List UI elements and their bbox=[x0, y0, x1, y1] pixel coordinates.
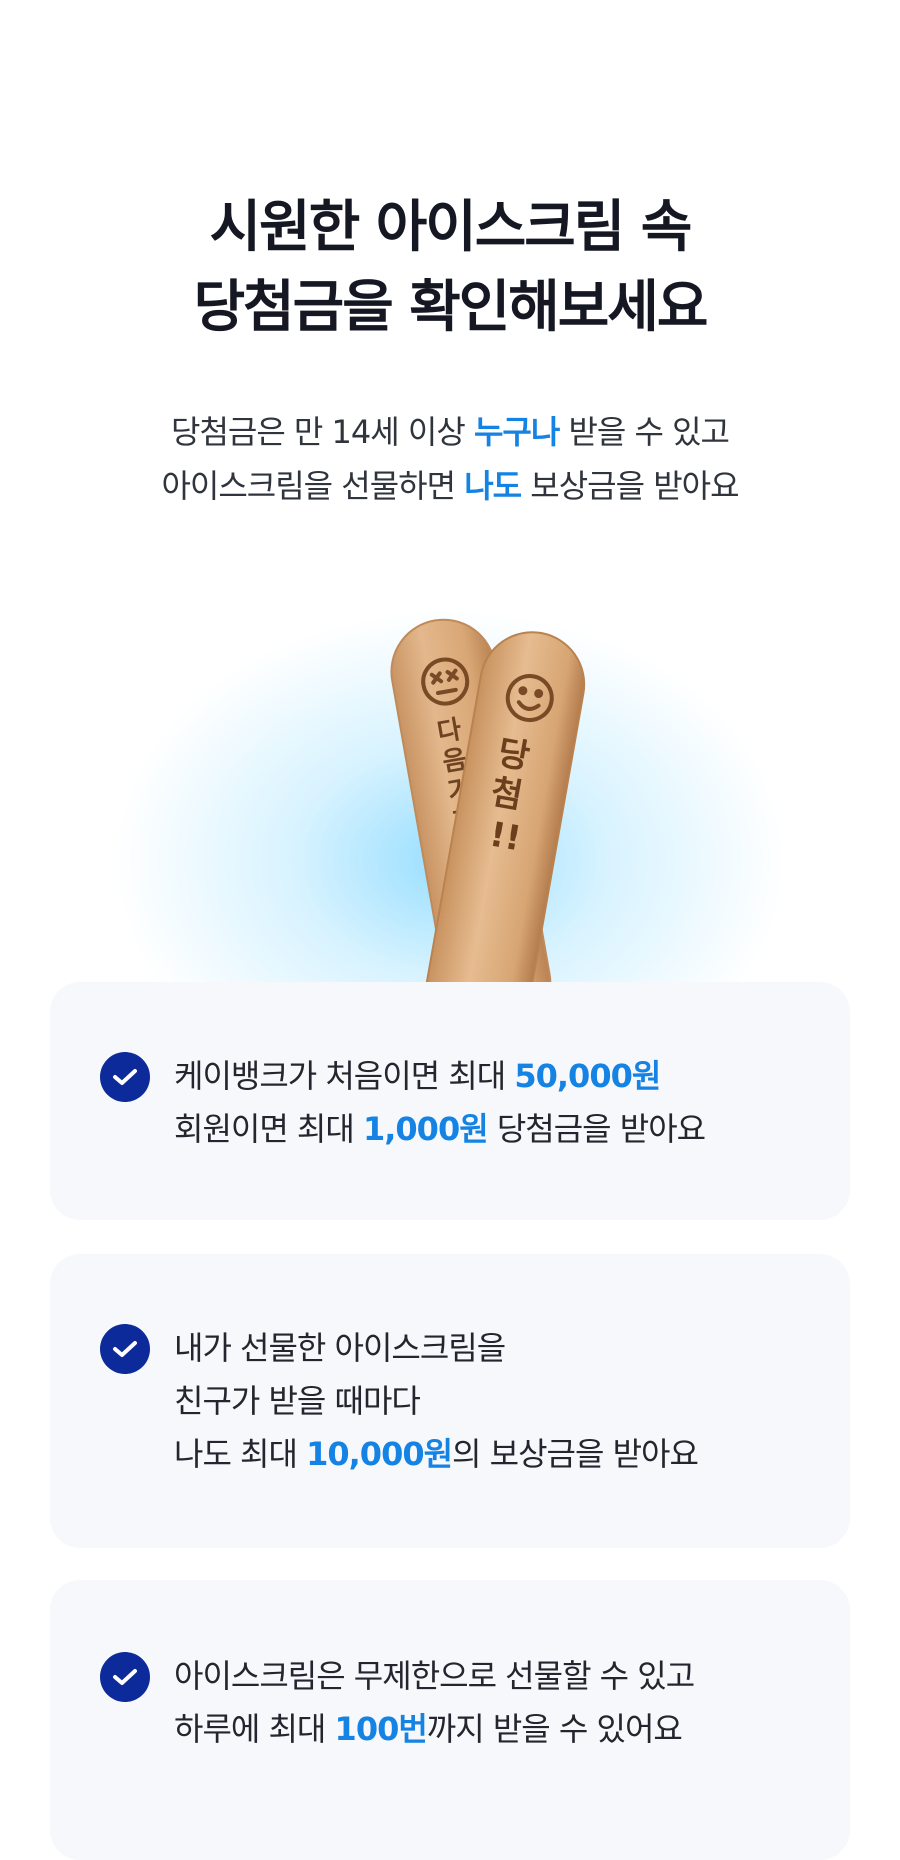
benefit-3-line-1: 아이스크림은 무제한으로 선물할 수 있고 bbox=[174, 1657, 695, 1695]
benefit-card-2-text: 내가 선물한 아이스크림을 친구가 받을 때마다 나도 최대 10,000원의 … bbox=[174, 1322, 699, 1481]
ice-cream-sticks-illustration: 다 음 기 회 에 당 첨 !! bbox=[390, 618, 586, 995]
right-stick-char-1: 당 bbox=[495, 733, 533, 778]
title-line-1: 시원한 아이스크림 속 bbox=[209, 195, 693, 260]
left-stick-char-1: 다 bbox=[435, 715, 464, 749]
intro-highlight-me-too: 나도 bbox=[464, 467, 522, 505]
benefit-card-1: 케이뱅크가 처음이면 최대 50,000원 회원이면 최대 1,000원 당첨금… bbox=[50, 982, 850, 1220]
intro-highlight-everyone: 누구나 bbox=[473, 413, 560, 451]
benefit-2-line-3-tail: 의 보상금을 받아요 bbox=[452, 1435, 699, 1473]
check-circle-icon bbox=[100, 1324, 150, 1374]
benefit-3-count: 100번 bbox=[334, 1710, 428, 1748]
benefit-2-line-2: 친구가 받을 때마다 bbox=[174, 1382, 421, 1420]
benefit-card-3-text: 아이스크림은 무제한으로 선물할 수 있고 하루에 최대 100번까지 받을 수… bbox=[174, 1650, 695, 1756]
benefit-1-line-2-tail: 당첨금을 받아요 bbox=[487, 1110, 706, 1148]
benefit-1-line-1: 케이뱅크가 처음이면 최대 bbox=[174, 1057, 515, 1095]
right-stick-char-2: 첨 bbox=[488, 772, 526, 817]
benefit-card-2: 내가 선물한 아이스크림을 친구가 받을 때마다 나도 최대 10,000원의 … bbox=[50, 1254, 850, 1548]
benefit-2-amount: 10,000원 bbox=[306, 1435, 453, 1473]
intro-line-1-text: 당첨금은 만 14세 이상 bbox=[171, 413, 474, 451]
benefit-1-amount-member: 1,000원 bbox=[362, 1110, 489, 1148]
benefit-1-line-2: 회원이면 최대 bbox=[174, 1110, 363, 1148]
benefit-2-line-3: 나도 최대 bbox=[174, 1435, 307, 1473]
intro-line-2: 아이스크림을 선물하면 나도 보상금을 받아요 bbox=[0, 459, 900, 513]
page-title: 시원한 아이스크림 속 당첨금을 확인해보세요 bbox=[0, 188, 900, 348]
benefit-card-1-text: 케이뱅크가 처음이면 최대 50,000원 회원이면 최대 1,000원 당첨금… bbox=[174, 1050, 706, 1156]
benefit-1-amount-new: 50,000원 bbox=[514, 1057, 661, 1095]
benefit-3-line-2-tail: 까지 받을 수 있어요 bbox=[426, 1710, 683, 1748]
intro-line-2-tail: 보상금을 받아요 bbox=[521, 467, 739, 505]
intro-line-1-tail: 받을 수 있고 bbox=[559, 413, 730, 451]
intro-line-1: 당첨금은 만 14세 이상 누구나 받을 수 있고 bbox=[0, 405, 900, 459]
intro-line-2-text: 아이스크림을 선물하면 bbox=[161, 467, 465, 505]
check-circle-icon bbox=[100, 1052, 150, 1102]
benefit-card-3: 아이스크림은 무제한으로 선물할 수 있고 하루에 최대 100번까지 받을 수… bbox=[50, 1580, 850, 1860]
benefit-2-line-1: 내가 선물한 아이스크림을 bbox=[174, 1329, 506, 1367]
check-circle-icon bbox=[100, 1652, 150, 1702]
title-line-2: 당첨금을 확인해보세요 bbox=[193, 275, 709, 340]
benefit-3-line-2: 하루에 최대 bbox=[174, 1710, 335, 1748]
intro-text: 당첨금은 만 14세 이상 누구나 받을 수 있고 아이스크림을 선물하면 나도… bbox=[0, 405, 900, 513]
